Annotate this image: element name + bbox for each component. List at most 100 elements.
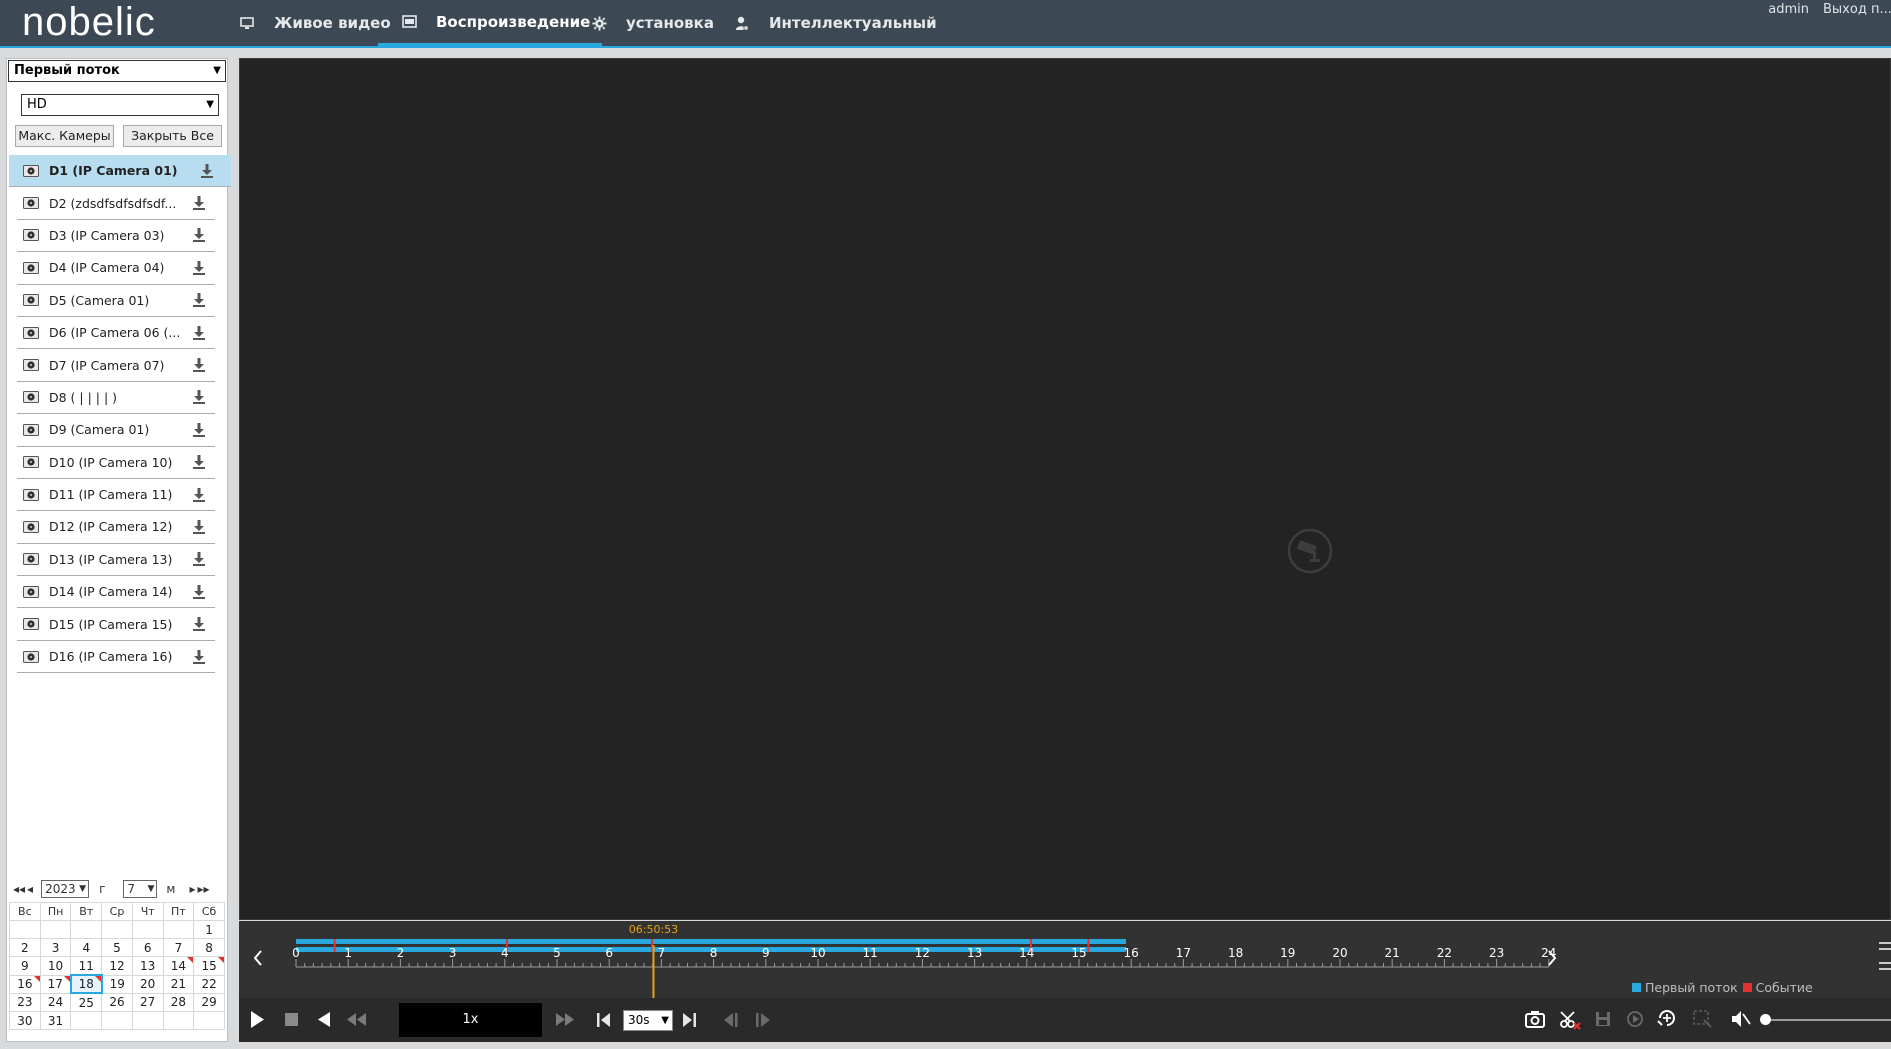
camera-row[interactable]: D16 (IP Camera 16) bbox=[17, 641, 215, 674]
volume-mute-icon[interactable] bbox=[1731, 1010, 1751, 1028]
zoom-in-icon[interactable] bbox=[1879, 942, 1891, 950]
download-icon[interactable] bbox=[191, 227, 207, 243]
download-icon[interactable] bbox=[191, 389, 207, 405]
download-icon[interactable] bbox=[191, 260, 207, 276]
snapshot-icon[interactable] bbox=[1525, 1010, 1545, 1028]
logout-link[interactable]: Выход п... bbox=[1823, 2, 1891, 17]
sync-play-icon[interactable] bbox=[1625, 1010, 1645, 1028]
camera-row[interactable]: D8 ( | | | | ) bbox=[17, 382, 215, 415]
calendar-day[interactable]: 24 bbox=[39, 992, 72, 1012]
play-icon[interactable] bbox=[249, 1010, 265, 1029]
calendar-day[interactable]: 11 bbox=[70, 956, 103, 976]
zoom-out-icon[interactable] bbox=[1879, 962, 1891, 970]
save-icon[interactable] bbox=[1595, 1011, 1611, 1027]
volume-slider-handle[interactable] bbox=[1760, 1014, 1771, 1025]
calendar-day[interactable]: 8 bbox=[193, 938, 225, 958]
volume-slider-track[interactable] bbox=[1767, 1019, 1891, 1021]
calendar-day[interactable]: 21 bbox=[162, 974, 195, 994]
smart-search-icon[interactable] bbox=[1693, 1010, 1713, 1028]
camera-row[interactable]: D10 (IP Camera 10) bbox=[17, 447, 215, 479]
download-icon[interactable] bbox=[191, 487, 207, 503]
camera-row[interactable]: D9 (Camera 01) bbox=[17, 414, 215, 447]
step-back-icon[interactable] bbox=[597, 1013, 611, 1027]
reverse-play-icon[interactable] bbox=[317, 1011, 331, 1028]
year-select[interactable]: 2023 ▼ bbox=[41, 880, 90, 898]
download-icon[interactable] bbox=[191, 551, 207, 567]
calendar-day[interactable]: 20 bbox=[131, 974, 164, 994]
next-frame-icon[interactable] bbox=[755, 1013, 771, 1027]
download-icon[interactable] bbox=[191, 454, 207, 470]
calendar-day[interactable]: 3 bbox=[39, 938, 72, 958]
calendar-day[interactable]: 25 bbox=[70, 992, 103, 1012]
calendar-day[interactable]: 2 bbox=[9, 938, 41, 958]
calendar-day[interactable]: 27 bbox=[131, 992, 164, 1012]
quality-select[interactable]: HD ▼ bbox=[21, 94, 219, 116]
calendar-day[interactable]: 29 bbox=[193, 992, 225, 1012]
camera-row[interactable]: D13 (IP Camera 13) bbox=[17, 544, 215, 577]
calendar-day[interactable]: 13 bbox=[131, 956, 164, 976]
download-icon[interactable] bbox=[191, 519, 207, 535]
calendar-day[interactable]: 18 bbox=[69, 974, 103, 995]
camera-row[interactable]: D4 (IP Camera 04) bbox=[17, 252, 215, 285]
calendar-day[interactable]: 16 bbox=[9, 974, 41, 994]
calendar-day[interactable]: 17 bbox=[39, 974, 72, 994]
download-icon[interactable] bbox=[191, 292, 207, 308]
calendar-day[interactable]: 26 bbox=[101, 992, 133, 1012]
nav-playback[interactable]: Воспроизведение bbox=[378, 0, 603, 46]
calendar-day[interactable]: 10 bbox=[39, 956, 72, 976]
download-icon[interactable] bbox=[191, 584, 207, 600]
calendar-day[interactable]: 28 bbox=[162, 992, 195, 1012]
download-icon[interactable] bbox=[191, 616, 207, 632]
prev-year-icon[interactable]: ◂◂ bbox=[13, 882, 25, 896]
calendar-day[interactable]: 23 bbox=[9, 992, 41, 1012]
close-all-button[interactable]: Закрыть Все bbox=[123, 125, 222, 147]
calendar-day[interactable]: 22 bbox=[193, 974, 225, 994]
download-icon[interactable] bbox=[199, 163, 215, 179]
camera-row[interactable]: D1 (IP Camera 01) bbox=[9, 155, 231, 188]
camera-row[interactable]: D12 (IP Camera 12) bbox=[17, 511, 215, 544]
download-icon[interactable] bbox=[191, 422, 207, 438]
calendar-day[interactable]: 19 bbox=[101, 974, 133, 994]
calendar-day[interactable]: 7 bbox=[162, 938, 195, 958]
calendar-day[interactable]: 15 bbox=[193, 956, 225, 976]
next-year-icon[interactable]: ▸▸ bbox=[197, 882, 209, 896]
calendar-day[interactable]: 1 bbox=[193, 919, 225, 940]
stream-select[interactable]: Первый поток ▼ bbox=[8, 60, 226, 82]
download-icon[interactable] bbox=[191, 325, 207, 341]
digital-zoom-icon[interactable] bbox=[1657, 1009, 1679, 1029]
next-month-icon[interactable]: ▸ bbox=[189, 882, 195, 896]
camera-row[interactable]: D3 (IP Camera 03) bbox=[17, 220, 215, 253]
step-forward-icon[interactable] bbox=[682, 1013, 696, 1027]
calendar-day[interactable]: 5 bbox=[101, 938, 133, 958]
calendar-day[interactable]: 4 bbox=[70, 938, 103, 958]
slow-down-icon[interactable] bbox=[347, 1013, 367, 1026]
camera-row[interactable]: D11 (IP Camera 11) bbox=[17, 479, 215, 512]
stop-icon[interactable] bbox=[285, 1013, 299, 1027]
camera-row[interactable]: D6 (IP Camera 06 (... bbox=[17, 317, 215, 350]
camera-row[interactable]: D15 (IP Camera 15) bbox=[17, 608, 215, 641]
user-name[interactable]: admin bbox=[1768, 2, 1809, 17]
prev-month-icon[interactable]: ◂ bbox=[27, 882, 33, 896]
clip-cut-icon[interactable] bbox=[1559, 1010, 1581, 1030]
camera-row[interactable]: D5 (Camera 01) bbox=[17, 285, 215, 317]
prev-frame-icon[interactable] bbox=[723, 1013, 739, 1027]
download-icon[interactable] bbox=[191, 357, 207, 373]
video-viewport[interactable] bbox=[239, 58, 1891, 920]
step-interval-select[interactable]: 30s ▼ bbox=[623, 1010, 673, 1031]
month-select[interactable]: 7 ▼ bbox=[123, 880, 158, 898]
speed-up-icon[interactable] bbox=[555, 1013, 575, 1026]
max-cameras-button[interactable]: Макс. Камеры bbox=[15, 125, 114, 147]
camera-row[interactable]: D2 (zdsdfsdfsdfsdf... bbox=[17, 187, 215, 220]
calendar-day[interactable]: 12 bbox=[101, 956, 133, 976]
calendar-day[interactable]: 6 bbox=[131, 938, 164, 958]
calendar-day[interactable]: 30 bbox=[9, 1010, 41, 1031]
nav-intelligent[interactable]: Интеллектуальный bbox=[731, 0, 937, 46]
camera-row[interactable]: D14 (IP Camera 14) bbox=[17, 576, 215, 609]
camera-row[interactable]: D7 (IP Camera 07) bbox=[17, 349, 215, 382]
timeline-prev-icon[interactable] bbox=[253, 950, 262, 966]
nav-live-video[interactable]: Живое видео bbox=[236, 0, 391, 46]
download-icon[interactable] bbox=[191, 649, 207, 665]
calendar-day[interactable]: 31 bbox=[39, 1010, 72, 1031]
nav-settings[interactable]: установка bbox=[588, 0, 714, 46]
calendar-day[interactable]: 9 bbox=[9, 956, 41, 976]
